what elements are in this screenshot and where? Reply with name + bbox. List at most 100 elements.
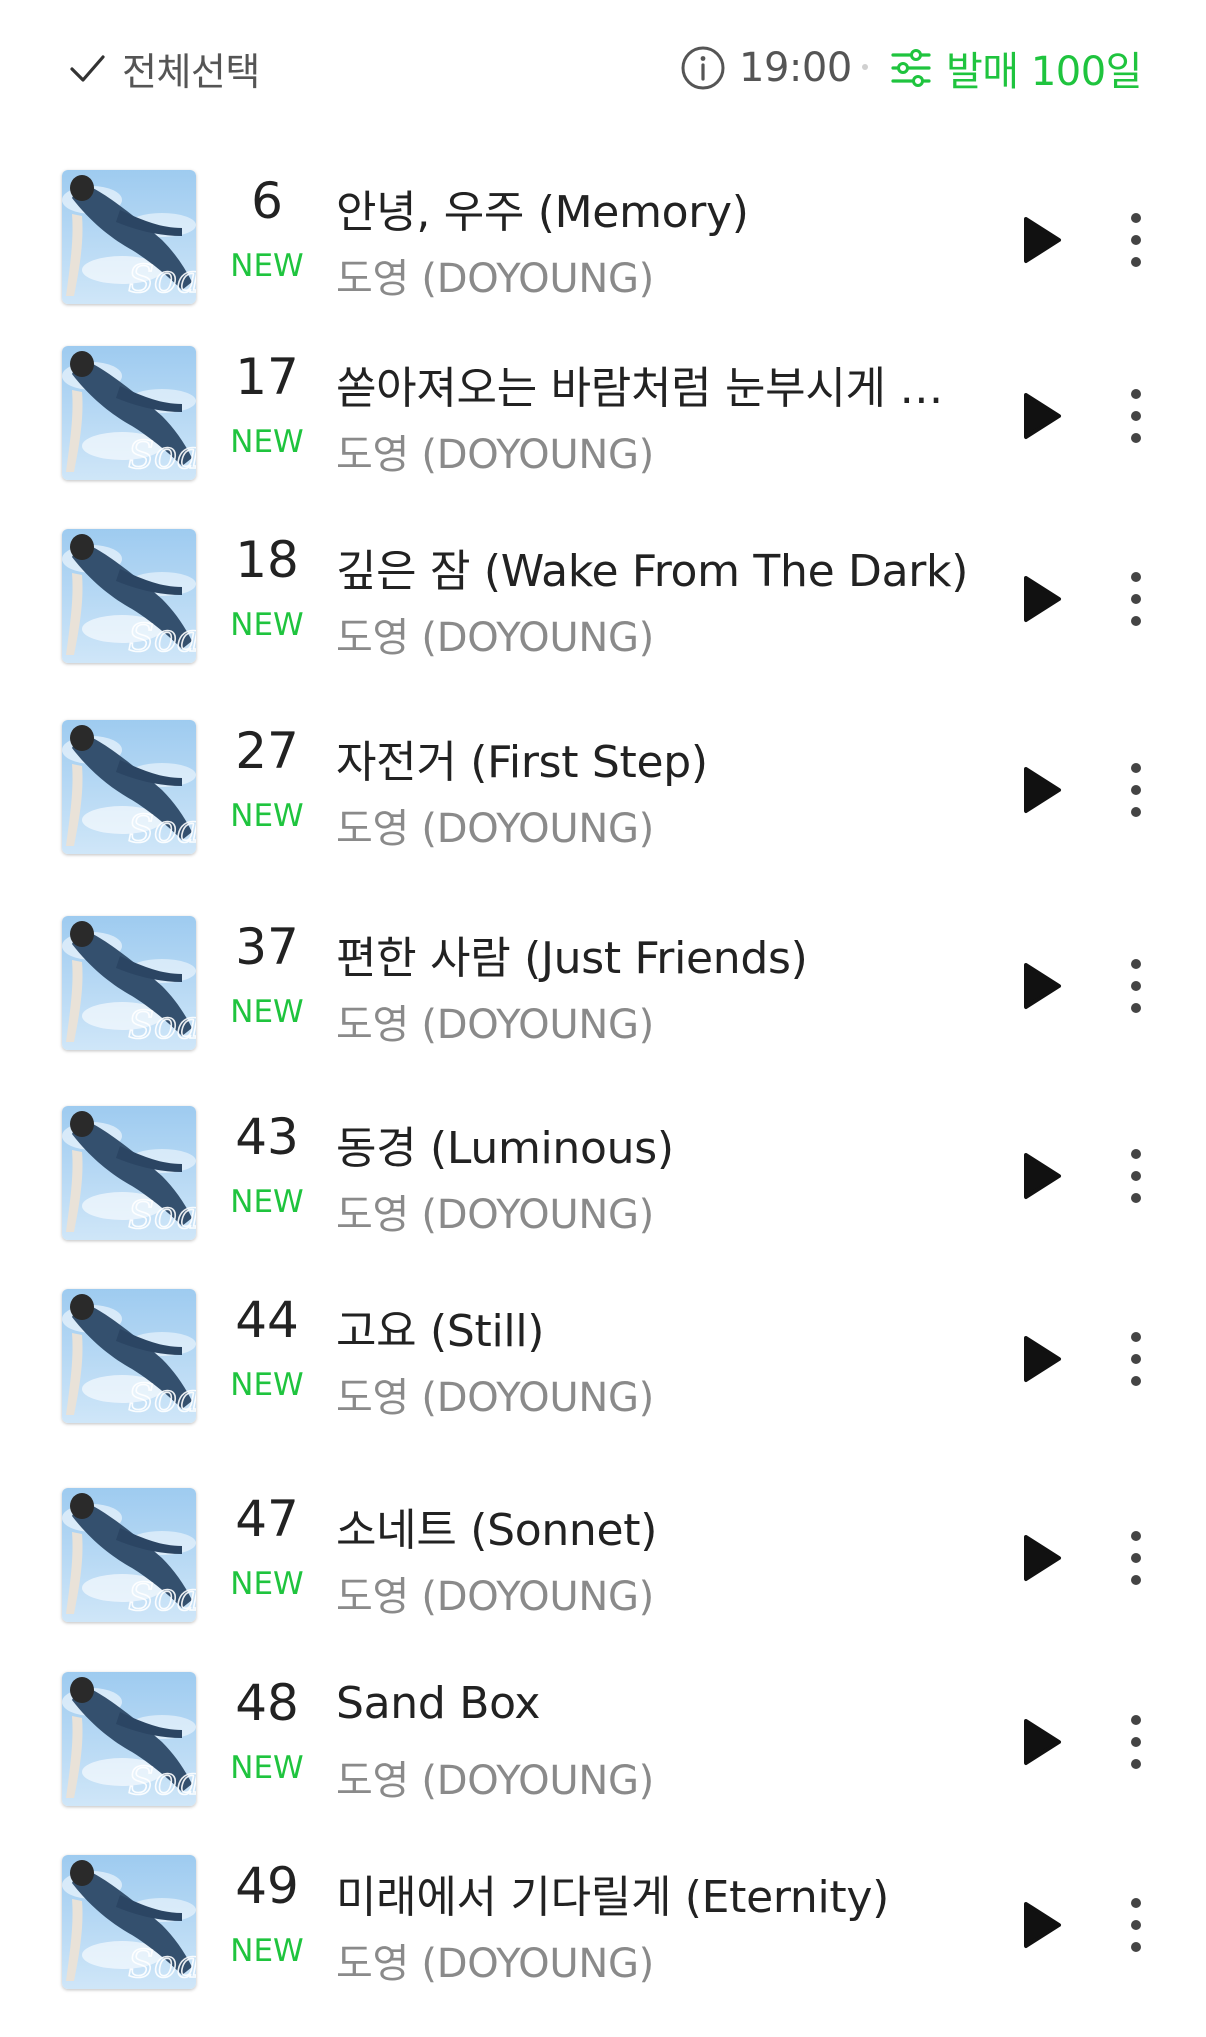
track-rank: 27 <box>235 722 299 780</box>
track-row[interactable]: Soar 47 NEW 소네트 (Sonnet) 도영 (DOYOUNG) <box>0 1488 1206 1628</box>
album-art-image: Soar <box>62 1488 196 1622</box>
track-rank: 48 <box>235 1674 299 1732</box>
album-art-text: Soar <box>128 1575 196 1619</box>
album-art-image: Soar <box>62 1855 196 1989</box>
album-art[interactable]: Soar <box>62 720 196 854</box>
track-title[interactable]: Sand Box <box>336 1678 972 1729</box>
more-options-button[interactable] <box>1116 1891 1156 1959</box>
album-art[interactable]: Soar <box>62 1855 196 1989</box>
new-badge: NEW <box>230 1184 304 1220</box>
album-art-text: Soar <box>128 807 196 851</box>
album-art[interactable]: Soar <box>62 1106 196 1240</box>
play-icon <box>1024 1719 1061 1765</box>
play-icon <box>1024 767 1061 813</box>
track-title[interactable]: 자전거 (First Step) <box>336 726 972 790</box>
more-vertical-icon <box>1131 1149 1141 1203</box>
album-art-image: Soar <box>62 170 196 304</box>
track-title[interactable]: 소네트 (Sonnet) <box>336 1494 972 1558</box>
play-button[interactable] <box>1010 1528 1070 1588</box>
more-vertical-icon <box>1131 572 1141 626</box>
play-icon <box>1024 217 1061 263</box>
more-vertical-icon <box>1131 213 1141 267</box>
play-icon <box>1024 1336 1061 1382</box>
more-options-button[interactable] <box>1116 382 1156 450</box>
track-artist[interactable]: 도영 (DOYOUNG) <box>336 1564 972 1622</box>
more-options-button[interactable] <box>1116 206 1156 274</box>
album-art-image: Soar <box>62 529 196 663</box>
track-row[interactable]: Soar 27 NEW 자전거 (First Step) 도영 (DOYOUNG… <box>0 720 1206 860</box>
new-badge: NEW <box>230 1750 304 1786</box>
track-rank: 37 <box>235 918 299 976</box>
new-badge: NEW <box>230 1566 304 1602</box>
more-vertical-icon <box>1131 1898 1141 1952</box>
track-rank: 6 <box>251 172 283 230</box>
album-art[interactable]: Soar <box>62 346 196 480</box>
album-art-text: Soar <box>128 616 196 660</box>
track-row[interactable]: Soar 6 NEW 안녕, 우주 (Memory) 도영 (DOYOUNG) <box>0 170 1206 310</box>
play-button[interactable] <box>1010 569 1070 629</box>
track-artist[interactable]: 도영 (DOYOUNG) <box>336 1748 972 1806</box>
album-art-text: Soar <box>128 1376 196 1420</box>
play-button[interactable] <box>1010 956 1070 1016</box>
track-title[interactable]: 안녕, 우주 (Memory) <box>336 176 972 240</box>
track-artist[interactable]: 도영 (DOYOUNG) <box>336 992 972 1050</box>
new-badge: NEW <box>230 607 304 643</box>
track-row[interactable]: Soar 43 NEW 동경 (Luminous) 도영 (DOYOUNG) <box>0 1106 1206 1246</box>
play-button[interactable] <box>1010 210 1070 270</box>
track-artist[interactable]: 도영 (DOYOUNG) <box>336 1182 972 1240</box>
track-title[interactable]: 동경 (Luminous) <box>336 1112 972 1176</box>
track-artist[interactable]: 도영 (DOYOUNG) <box>336 1365 972 1423</box>
more-options-button[interactable] <box>1116 1142 1156 1210</box>
track-row[interactable]: Soar 49 NEW 미래에서 기다릴게 (Eternity) 도영 (DOY… <box>0 1855 1206 1995</box>
track-artist[interactable]: 도영 (DOYOUNG) <box>336 796 972 854</box>
play-button[interactable] <box>1010 1895 1070 1955</box>
play-button[interactable] <box>1010 1146 1070 1206</box>
track-title[interactable]: 깊은 잠 (Wake From The Dark) <box>336 535 972 599</box>
album-art[interactable]: Soar <box>62 170 196 304</box>
new-badge: NEW <box>230 994 304 1030</box>
track-artist[interactable]: 도영 (DOYOUNG) <box>336 1931 972 1989</box>
album-art[interactable]: Soar <box>62 1672 196 1806</box>
album-art-text: Soar <box>128 433 196 477</box>
album-art-image: Soar <box>62 1106 196 1240</box>
album-art-image: Soar <box>62 720 196 854</box>
album-art-text: Soar <box>128 1942 196 1986</box>
track-rank: 18 <box>235 531 299 589</box>
more-options-button[interactable] <box>1116 952 1156 1020</box>
track-rank: 49 <box>235 1857 299 1915</box>
track-rank: 47 <box>235 1490 299 1548</box>
album-art[interactable]: Soar <box>62 529 196 663</box>
more-vertical-icon <box>1131 763 1141 817</box>
more-options-button[interactable] <box>1116 1708 1156 1776</box>
album-art[interactable]: Soar <box>62 1289 196 1423</box>
more-options-button[interactable] <box>1116 565 1156 633</box>
album-art[interactable]: Soar <box>62 1488 196 1622</box>
track-title[interactable]: 쏟아져오는 바람처럼 눈부시게 너… <box>336 352 972 416</box>
track-artist[interactable]: 도영 (DOYOUNG) <box>336 605 972 663</box>
more-options-button[interactable] <box>1116 756 1156 824</box>
track-row[interactable]: Soar 37 NEW 편한 사람 (Just Friends) 도영 (DOY… <box>0 916 1206 1056</box>
play-button[interactable] <box>1010 760 1070 820</box>
play-button[interactable] <box>1010 1329 1070 1389</box>
track-artist[interactable]: 도영 (DOYOUNG) <box>336 246 972 304</box>
new-badge: NEW <box>230 1367 304 1403</box>
track-row[interactable]: Soar 18 NEW 깊은 잠 (Wake From The Dark) 도영… <box>0 529 1206 669</box>
more-options-button[interactable] <box>1116 1325 1156 1393</box>
track-row[interactable]: Soar 48 NEW Sand Box 도영 (DOYOUNG) <box>0 1672 1206 1812</box>
more-options-button[interactable] <box>1116 1524 1156 1592</box>
play-icon <box>1024 576 1061 622</box>
play-button[interactable] <box>1010 386 1070 446</box>
play-button[interactable] <box>1010 1712 1070 1772</box>
new-badge: NEW <box>230 424 304 460</box>
album-art-image: Soar <box>62 346 196 480</box>
track-title[interactable]: 고요 (Still) <box>336 1295 972 1359</box>
track-row[interactable]: Soar 44 NEW 고요 (Still) 도영 (DOYOUNG) <box>0 1289 1206 1429</box>
album-art[interactable]: Soar <box>62 916 196 1050</box>
track-artist[interactable]: 도영 (DOYOUNG) <box>336 422 972 480</box>
track-row[interactable]: Soar 17 NEW 쏟아져오는 바람처럼 눈부시게 너… 도영 (DOYOU… <box>0 346 1206 486</box>
more-vertical-icon <box>1131 1531 1141 1585</box>
more-vertical-icon <box>1131 389 1141 443</box>
track-title[interactable]: 편한 사람 (Just Friends) <box>336 922 972 986</box>
play-icon <box>1024 1535 1061 1581</box>
track-title[interactable]: 미래에서 기다릴게 (Eternity) <box>336 1861 972 1925</box>
